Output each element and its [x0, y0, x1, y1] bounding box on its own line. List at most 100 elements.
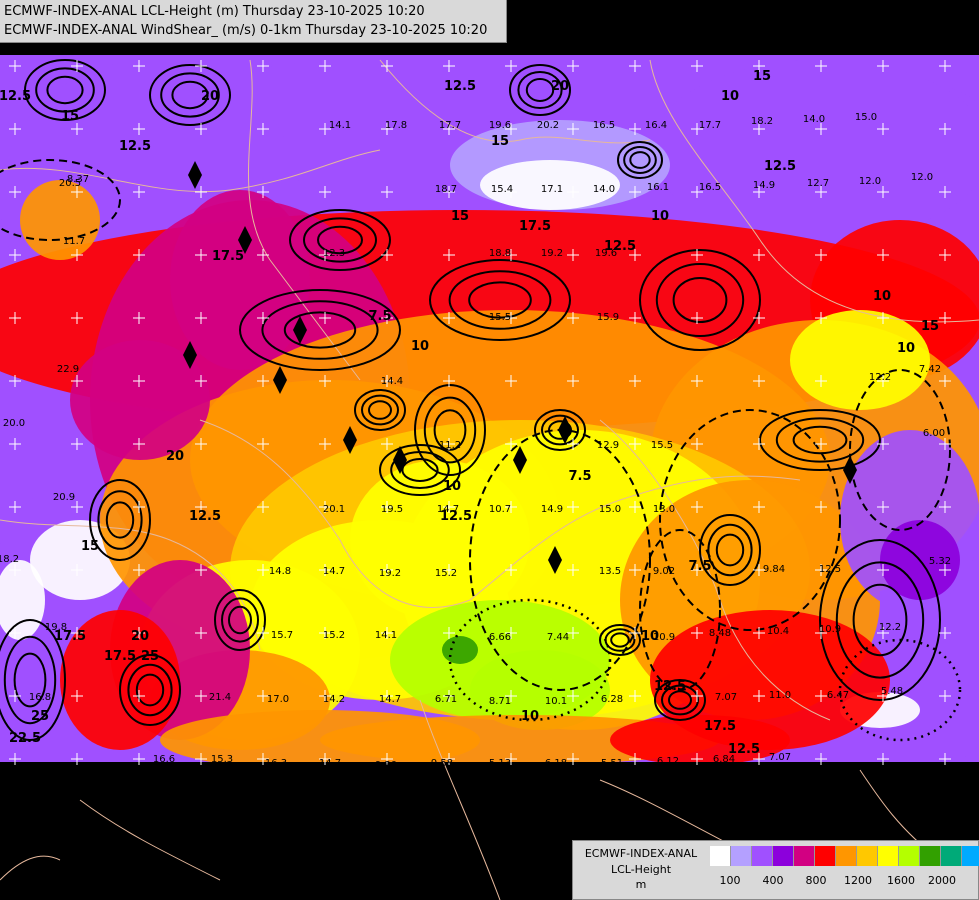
legend-swatch: [836, 846, 857, 866]
station-value: 17.8: [385, 120, 407, 131]
field-blob: [790, 310, 930, 410]
station-value: 7.42: [919, 364, 941, 375]
station-value: 19.5: [381, 504, 403, 515]
station-value: 14.2: [323, 694, 345, 705]
legend-tick-label: 400: [762, 874, 784, 887]
title-wind-shear: ECMWF-INDEX-ANAL WindShear_ (m/s) 0-1km …: [4, 23, 488, 38]
station-value: 14.1: [375, 630, 397, 641]
color-legend: ECMWF-INDEX-ANAL LCL-Height m 100 400 800 1…: [572, 840, 979, 900]
station-value: 8.48: [709, 628, 731, 639]
title-lcl-height: ECMWF-INDEX-ANAL LCL-Height (m) Thursday…: [4, 4, 425, 19]
contour-label: 10: [651, 209, 669, 224]
station-value: 5.32: [929, 556, 951, 567]
contour-label: 15: [81, 539, 99, 554]
field-blob: [610, 715, 790, 765]
contour-label: 10: [521, 709, 539, 724]
station-value: 15.5: [489, 312, 511, 323]
station-value: 15.0: [855, 112, 877, 123]
station-value: 15.2: [323, 630, 345, 641]
station-value: 9.30: [375, 760, 397, 771]
contour-label: 12.5: [0, 89, 31, 104]
station-value: 16.4: [645, 120, 667, 131]
station-value: 18.8: [489, 248, 511, 259]
station-value: 5.13: [489, 758, 511, 769]
station-value: 10.7: [489, 504, 511, 515]
station-value: 14.4: [381, 376, 403, 387]
station-value: 15.3: [211, 754, 233, 765]
station-value: 17.1: [541, 184, 563, 195]
field-blob: [442, 636, 478, 664]
station-value: 12.0: [911, 172, 933, 183]
station-value: 6.00: [923, 428, 945, 439]
legend-swatch: [752, 846, 773, 866]
station-value: 15.7: [271, 630, 293, 641]
contour-label: 15: [753, 69, 771, 84]
station-value: 18.7: [435, 184, 457, 195]
contour-label: 15: [61, 109, 79, 124]
contour-label: 12.5: [728, 742, 760, 757]
station-value: 22.9: [57, 364, 79, 375]
legend-unit: m: [635, 878, 647, 891]
legend-tick-label: 2000: [928, 874, 956, 887]
contour-label: 17.5: [704, 719, 736, 734]
field-blob: [650, 60, 979, 240]
station-value: 18.2: [0, 554, 19, 565]
station-value: 12.3: [323, 248, 345, 259]
legend-swatch: [941, 846, 962, 866]
contour-label: 10: [443, 479, 461, 494]
station-value: 14.7: [319, 758, 341, 769]
station-value: 12.7: [807, 178, 829, 189]
legend-swatch: [815, 846, 836, 866]
station-value: 14.7: [379, 694, 401, 705]
station-value: 21.4: [209, 692, 231, 703]
contour-label: 15: [451, 209, 469, 224]
station-value: 11.7: [63, 236, 85, 247]
station-value: 18.2: [751, 116, 773, 127]
station-value: 17.0: [267, 694, 289, 705]
legend-swatch: [794, 846, 815, 866]
station-value: 15.9: [597, 312, 619, 323]
station-value: 12.2: [869, 372, 891, 383]
station-value: 8.71: [489, 696, 511, 707]
contour-label: 17.5: [519, 219, 551, 234]
contour-label: 20: [551, 79, 569, 94]
station-value: 17.7: [439, 120, 461, 131]
contour-label: 20: [166, 449, 184, 464]
legend-swatch: [962, 846, 979, 866]
station-value: 14.9: [753, 180, 775, 191]
contour-label: 10: [641, 629, 659, 644]
station-value: 6.18: [545, 758, 567, 769]
legend-swatch: [920, 846, 941, 866]
station-value: 19.2: [541, 248, 563, 259]
contour-label: 10: [897, 341, 915, 356]
station-value: 14.1: [329, 120, 351, 131]
weather-map-view: 8.37 14.1 17.8 17.7 19.6 20.2 16.5 16.4 17.7 18.2…: [0, 0, 979, 900]
station-value: 6.12: [657, 756, 679, 767]
station-value: 9.58: [431, 758, 453, 769]
contour-label: 12.5: [654, 679, 686, 694]
station-value: 14.9: [541, 504, 563, 515]
contour-label: 15: [921, 319, 939, 334]
station-value: 12.9: [597, 440, 619, 451]
lcl-height-map[interactable]: 8.3714.1 17.8 17.7 19.6 20.2 16.5 16.4 17.7 18.2…: [0, 0, 979, 900]
legend-swatch: [899, 846, 920, 866]
station-value: 6.28: [601, 694, 623, 705]
station-value: 15.2: [435, 568, 457, 579]
contour-label: 17.5: [212, 249, 244, 264]
station-value: 7.07: [769, 752, 791, 763]
contour-label: 12.5: [444, 79, 476, 94]
legend-tick-label: 1200: [844, 874, 872, 887]
legend-swatch: [773, 846, 794, 866]
station-value: 7.07: [715, 692, 737, 703]
station-value: 16.3: [265, 758, 287, 769]
station-value: 16.8: [29, 692, 51, 703]
station-value: 16.1: [647, 182, 669, 193]
station-value: 20.9: [53, 492, 75, 503]
station-value: 12.2: [879, 622, 901, 633]
contour-label: 10: [721, 89, 739, 104]
station-value: 9.84: [763, 564, 785, 575]
legend-tick-label: 100: [719, 874, 741, 887]
contour-label: 22.5: [9, 731, 41, 746]
legend-tick-label: 1600: [887, 874, 915, 887]
station-value: 7.44: [547, 632, 569, 643]
